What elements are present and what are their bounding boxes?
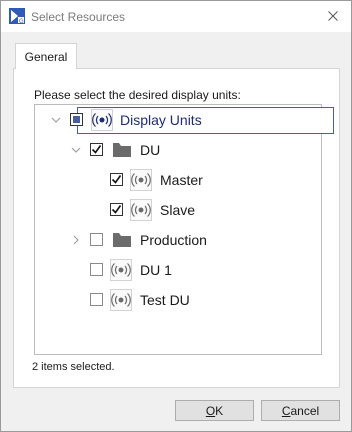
tree-checkbox-slave[interactable] bbox=[110, 203, 123, 216]
cancel-button[interactable]: Cancel bbox=[261, 400, 340, 421]
tree-checkbox-display-units[interactable] bbox=[70, 113, 83, 126]
title-bar: G Select Resources bbox=[1, 1, 351, 32]
tree-node-du[interactable]: DU bbox=[35, 136, 321, 164]
chevron-down-icon[interactable] bbox=[51, 115, 61, 125]
app-icon: G bbox=[9, 8, 25, 24]
tree-node-du-1[interactable]: DU 1 bbox=[35, 256, 321, 284]
svg-text:G: G bbox=[19, 19, 24, 24]
checkmark-icon bbox=[111, 175, 122, 184]
display-units-tree[interactable]: Display Units DU Master Slave Production… bbox=[34, 104, 334, 355]
ok-button[interactable]: OK bbox=[175, 400, 254, 421]
checkmark-icon bbox=[111, 205, 122, 214]
tab-general[interactable]: General bbox=[15, 43, 77, 69]
tab-general-label: General bbox=[24, 50, 68, 64]
tree-node-label: Master bbox=[160, 172, 203, 188]
selection-status: 2 items selected. bbox=[32, 361, 115, 373]
tree-node-label: Slave bbox=[160, 202, 196, 218]
tree-checkbox-du-1[interactable] bbox=[90, 263, 103, 276]
tree-checkbox-production[interactable] bbox=[90, 233, 103, 246]
chevron-down-icon[interactable] bbox=[71, 145, 81, 155]
folder-icon bbox=[113, 233, 131, 247]
tree-node-display-units[interactable]: Display Units bbox=[35, 106, 335, 134]
close-icon bbox=[328, 11, 338, 21]
cancel-button-label: ancel bbox=[290, 404, 320, 418]
tree-node-production[interactable]: Production bbox=[35, 226, 321, 254]
close-button[interactable] bbox=[321, 5, 345, 27]
tree-node-label: Display Units bbox=[120, 112, 202, 128]
display-unit-icon bbox=[110, 259, 132, 281]
window-title: Select Resources bbox=[31, 10, 126, 24]
tree-checkbox-du[interactable] bbox=[90, 143, 103, 156]
folder-icon bbox=[113, 143, 131, 157]
select-resources-dialog: G Select Resources General Please select… bbox=[0, 0, 352, 432]
display-unit-icon bbox=[110, 289, 132, 311]
tree-node-label: DU bbox=[140, 142, 161, 158]
tree-checkbox-test-du[interactable] bbox=[90, 293, 103, 306]
tree-node-label: Production bbox=[140, 232, 207, 248]
tree-node-test-du[interactable]: Test DU bbox=[35, 286, 321, 314]
tree-node-label: Test DU bbox=[140, 292, 190, 308]
general-tab-panel: Please select the desired display units:… bbox=[13, 68, 340, 388]
prompt-text: Please select the desired display units: bbox=[34, 88, 241, 102]
display-unit-icon bbox=[130, 199, 152, 221]
display-unit-icon bbox=[91, 109, 113, 131]
ok-button-label: K bbox=[215, 404, 224, 418]
tree-checkbox-master[interactable] bbox=[110, 173, 123, 186]
tree-node-master[interactable]: Master bbox=[35, 166, 321, 194]
tree-node-label: DU 1 bbox=[140, 262, 172, 278]
chevron-right-icon[interactable] bbox=[71, 235, 81, 245]
display-unit-icon bbox=[130, 169, 152, 191]
ok-button-mnemonic: O bbox=[205, 404, 216, 418]
tree-node-slave[interactable]: Slave bbox=[35, 196, 321, 224]
checkmark-icon bbox=[91, 145, 102, 154]
tree-selection-highlight bbox=[77, 107, 334, 134]
